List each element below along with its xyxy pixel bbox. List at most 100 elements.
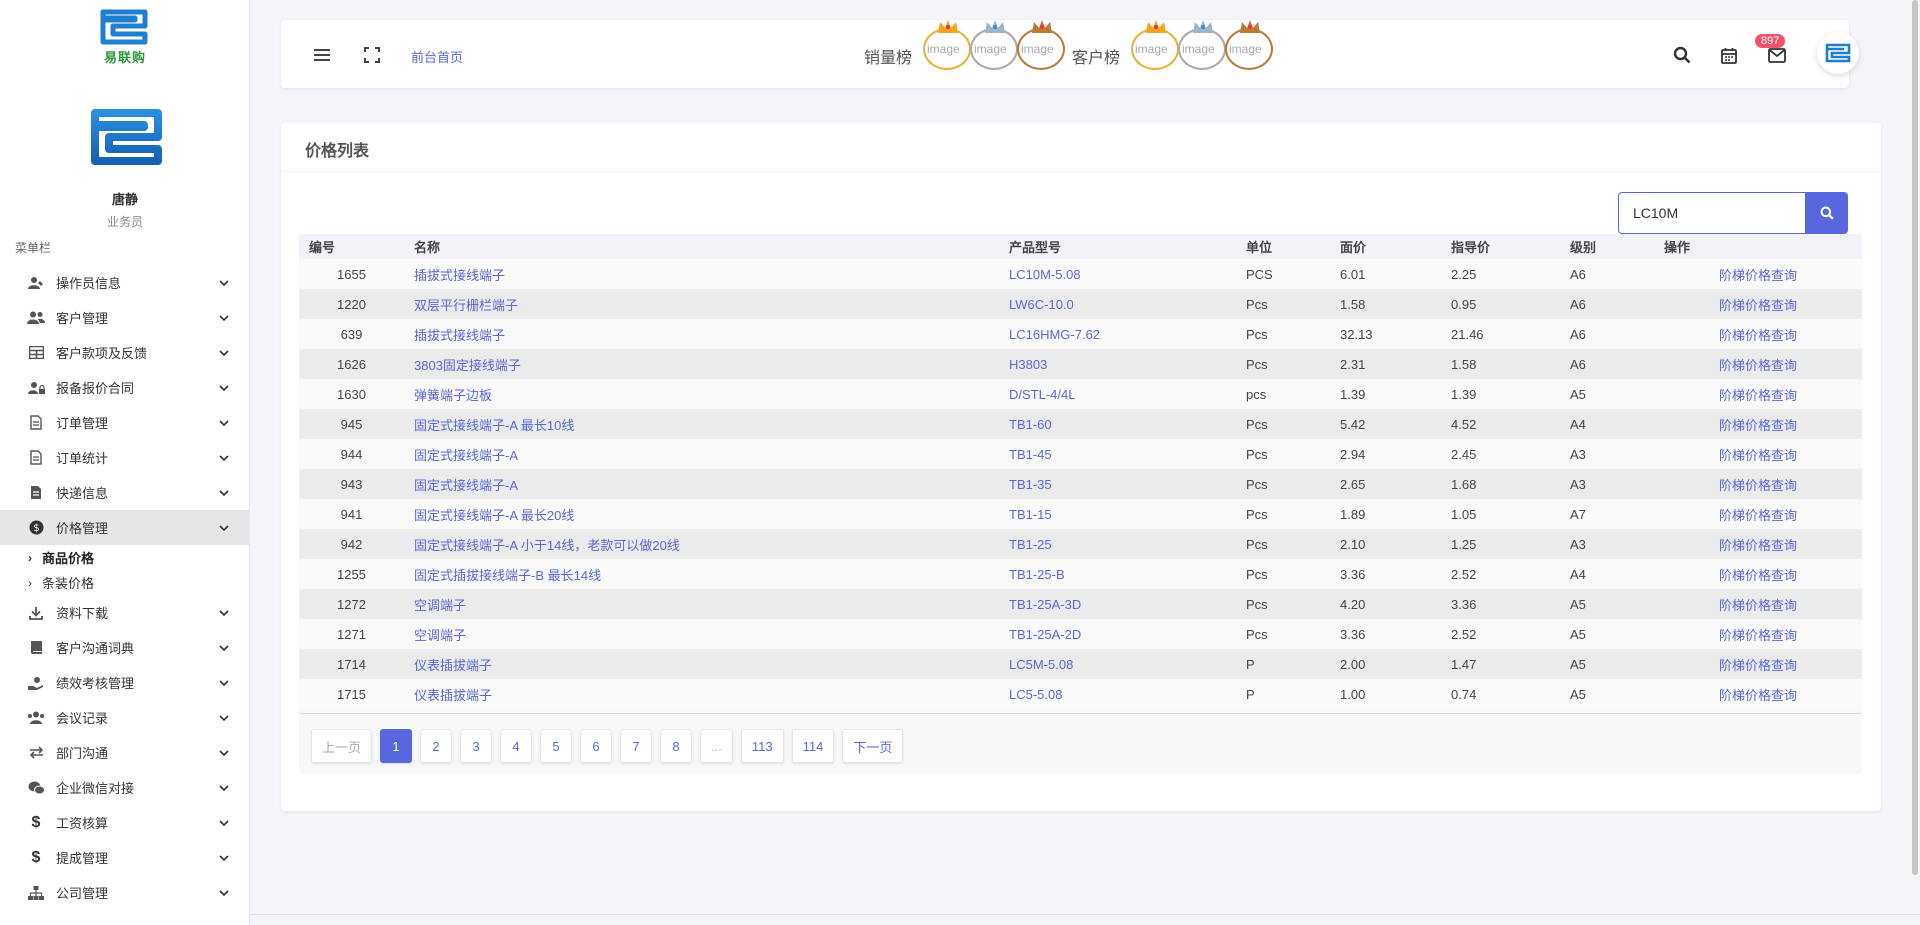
- column-header[interactable]: 面价: [1330, 234, 1441, 259]
- prev-page-button[interactable]: 上一页: [311, 729, 373, 763]
- page-button[interactable]: 114: [791, 729, 835, 763]
- product-model-link[interactable]: TB1-45: [1009, 447, 1052, 462]
- column-header[interactable]: 单位: [1236, 234, 1330, 259]
- product-name-link[interactable]: 固定式插拔接线端子-B 最长14线: [414, 568, 601, 583]
- sidebar-item-order-management[interactable]: 订单管理: [0, 405, 249, 440]
- tiered-price-link[interactable]: 阶梯价格查询: [1719, 688, 1797, 703]
- page-button[interactable]: 2: [420, 729, 453, 763]
- product-name-link[interactable]: 固定式接线端子-A 最长10线: [414, 418, 574, 433]
- product-name-link[interactable]: 弹簧端子边板: [414, 388, 492, 403]
- sidebar-item-order-statistics[interactable]: 订单统计: [0, 440, 249, 475]
- page-scrollbar[interactable]: [1912, 0, 1918, 875]
- tiered-price-link[interactable]: 阶梯价格查询: [1719, 388, 1797, 403]
- product-model-link[interactable]: TB1-25: [1009, 537, 1052, 552]
- tiered-price-link[interactable]: 阶梯价格查询: [1719, 568, 1797, 583]
- sales-rank-label[interactable]: 销量榜: [864, 44, 912, 68]
- search-input[interactable]: [1618, 192, 1806, 234]
- sidebar-item-meeting-records[interactable]: 会议记录: [0, 700, 249, 735]
- page-button[interactable]: 3: [460, 729, 493, 763]
- tiered-price-link[interactable]: 阶梯价格查询: [1719, 298, 1797, 313]
- customer-rank-label[interactable]: 客户榜: [1072, 44, 1120, 68]
- product-name-link[interactable]: 固定式接线端子-A 小于14线，老款可以做20线: [414, 538, 680, 553]
- sidebar-item-quote-contract[interactable]: 报备报价合同: [0, 370, 249, 405]
- brand-logo[interactable]: 易联购: [98, 8, 152, 66]
- tiered-price-link[interactable]: 阶梯价格查询: [1719, 628, 1797, 643]
- sidebar-item-wechat-integration[interactable]: 企业微信对接: [0, 770, 249, 805]
- product-model-link[interactable]: D/STL-4/4L: [1009, 387, 1075, 402]
- page-button[interactable]: 4: [500, 729, 533, 763]
- page-button[interactable]: 113: [740, 729, 784, 763]
- sidebar-item-department-communication[interactable]: 部门沟通: [0, 735, 249, 770]
- page-button[interactable]: 7: [620, 729, 653, 763]
- column-header[interactable]: 产品型号: [999, 234, 1236, 259]
- sidebar-item-customer-management[interactable]: 客户管理: [0, 300, 249, 335]
- product-model-link[interactable]: TB1-15: [1009, 507, 1052, 522]
- sidebar-item-commission-management[interactable]: $ 提成管理: [0, 840, 249, 875]
- tiered-price-link[interactable]: 阶梯价格查询: [1719, 448, 1797, 463]
- product-model-link[interactable]: LC10M-5.08: [1009, 267, 1081, 282]
- product-name-link[interactable]: 空调端子: [414, 598, 466, 613]
- product-name-link[interactable]: 插拔式接线端子: [414, 328, 505, 343]
- customer-rank-avatar-3[interactable]: image: [1225, 20, 1273, 70]
- user-avatar[interactable]: [89, 107, 164, 167]
- product-model-link[interactable]: LC5-5.08: [1009, 687, 1062, 702]
- sales-rank-avatar-2[interactable]: image: [970, 20, 1018, 70]
- page-button[interactable]: 8: [660, 729, 693, 763]
- customer-rank-avatar-1[interactable]: image: [1131, 20, 1179, 70]
- product-model-link[interactable]: LC5M-5.08: [1009, 657, 1073, 672]
- product-model-link[interactable]: TB1-25A-2D: [1009, 627, 1081, 642]
- sidebar-item-communication-dictionary[interactable]: 客户沟通词典: [0, 630, 249, 665]
- sidebar-item-operator-info[interactable]: 操作员信息: [0, 265, 249, 300]
- page-button[interactable]: 6: [580, 729, 613, 763]
- sidebar-item-performance-review[interactable]: 绩效考核管理: [0, 665, 249, 700]
- sales-rank-avatar-1[interactable]: image: [923, 20, 971, 70]
- product-model-link[interactable]: TB1-25-B: [1009, 567, 1065, 582]
- product-model-link[interactable]: TB1-60: [1009, 417, 1052, 432]
- page-button[interactable]: 1: [380, 729, 413, 763]
- calendar-icon[interactable]: [1716, 42, 1742, 68]
- sidebar-item-customer-payments[interactable]: 客户款项及反馈: [0, 335, 249, 370]
- product-name-link[interactable]: 插拔式接线端子: [414, 268, 505, 283]
- column-header[interactable]: 名称: [404, 234, 999, 259]
- sidebar-item-salary-accounting[interactable]: $ 工资核算: [0, 805, 249, 840]
- sidebar-subitem-strip-price[interactable]: › 条装价格: [28, 570, 249, 595]
- tiered-price-link[interactable]: 阶梯价格查询: [1719, 508, 1797, 523]
- tiered-price-link[interactable]: 阶梯价格查询: [1719, 328, 1797, 343]
- tiered-price-link[interactable]: 阶梯价格查询: [1719, 268, 1797, 283]
- product-name-link[interactable]: 仪表插拔端子: [414, 658, 492, 673]
- product-name-link[interactable]: 固定式接线端子-A: [414, 448, 518, 463]
- search-icon[interactable]: [1669, 42, 1695, 68]
- product-name-link[interactable]: 3803固定接线端子: [414, 358, 521, 373]
- page-button[interactable]: 5: [540, 729, 573, 763]
- tiered-price-link[interactable]: 阶梯价格查询: [1719, 418, 1797, 433]
- product-model-link[interactable]: H3803: [1009, 357, 1047, 372]
- column-header[interactable]: 级别: [1560, 234, 1654, 259]
- sidebar-item-express-info[interactable]: 快递信息: [0, 475, 249, 510]
- sidebar-item-company-management[interactable]: 公司管理: [0, 875, 249, 910]
- sidebar-subitem-product-price[interactable]: › 商品价格: [28, 545, 249, 570]
- product-model-link[interactable]: TB1-25A-3D: [1009, 597, 1081, 612]
- fullscreen-icon[interactable]: [361, 44, 383, 66]
- search-button[interactable]: [1806, 192, 1848, 234]
- product-name-link[interactable]: 固定式接线端子-A 最长20线: [414, 508, 574, 523]
- tiered-price-link[interactable]: 阶梯价格查询: [1719, 598, 1797, 613]
- customer-rank-avatar-2[interactable]: image: [1178, 20, 1226, 70]
- column-header[interactable]: 编号: [299, 234, 404, 259]
- column-header[interactable]: 指导价: [1441, 234, 1560, 259]
- product-name-link[interactable]: 双层平行栅栏端子: [414, 298, 518, 313]
- user-menu-avatar[interactable]: [1817, 32, 1859, 74]
- product-model-link[interactable]: TB1-35: [1009, 477, 1052, 492]
- product-model-link[interactable]: LW6C-10.0: [1009, 297, 1074, 312]
- sidebar-item-price-management[interactable]: $ 价格管理: [0, 510, 249, 545]
- front-page-link[interactable]: 前台首页: [411, 47, 463, 66]
- tiered-price-link[interactable]: 阶梯价格查询: [1719, 538, 1797, 553]
- product-name-link[interactable]: 仪表插拔端子: [414, 688, 492, 703]
- sidebar-item-downloads[interactable]: 资料下载: [0, 595, 249, 630]
- tiered-price-link[interactable]: 阶梯价格查询: [1719, 358, 1797, 373]
- menu-toggle-icon[interactable]: [311, 44, 333, 66]
- product-model-link[interactable]: LC16HMG-7.62: [1009, 327, 1100, 342]
- sales-rank-avatar-3[interactable]: image: [1017, 20, 1065, 70]
- tiered-price-link[interactable]: 阶梯价格查询: [1719, 478, 1797, 493]
- product-name-link[interactable]: 空调端子: [414, 628, 466, 643]
- tiered-price-link[interactable]: 阶梯价格查询: [1719, 658, 1797, 673]
